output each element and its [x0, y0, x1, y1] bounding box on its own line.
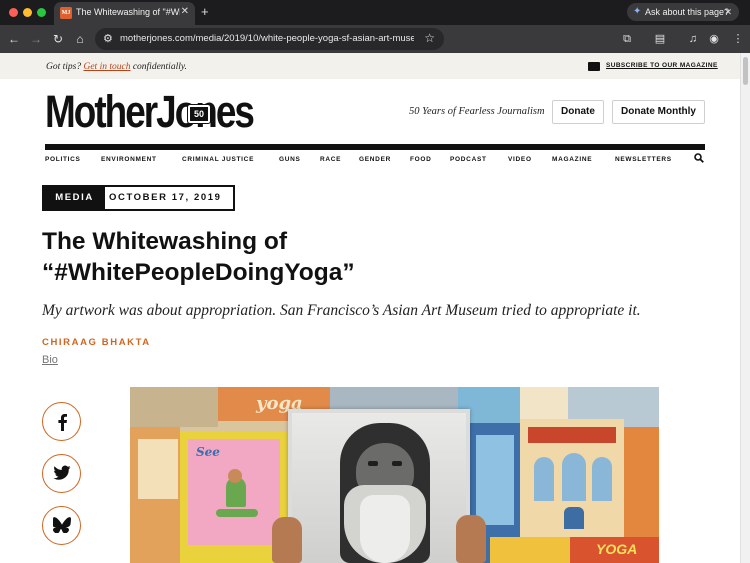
- nav-item-food[interactable]: FOOD: [410, 154, 432, 166]
- close-icon[interactable]: ✕: [181, 6, 189, 18]
- star-icon[interactable]: ☆: [424, 31, 435, 46]
- nav-item-gender[interactable]: GENDER: [359, 154, 391, 166]
- close-icon[interactable]: ✕: [724, 6, 732, 18]
- tips-suffix: confidentially.: [132, 62, 187, 72]
- zoom-window-button[interactable]: [37, 8, 46, 17]
- donate-button[interactable]: Donate: [552, 100, 604, 124]
- favicon-badge: MJ: [60, 7, 72, 19]
- menu-icon[interactable]: ⋮: [731, 31, 745, 47]
- facebook-share-button[interactable]: [42, 402, 81, 441]
- hero-label-see: See: [196, 445, 220, 459]
- ask-label: Ask about this page?: [645, 7, 730, 17]
- hero-label-yoga-2: YOGA: [596, 541, 638, 557]
- extensions-icon[interactable]: ⧉: [620, 31, 634, 47]
- category-label[interactable]: MEDIA: [44, 187, 105, 209]
- search-icon[interactable]: [694, 153, 704, 166]
- nav-item-magazine[interactable]: MAGAZINE: [552, 154, 592, 166]
- browser-toolbar: ← → ↻ ⌂ ⚙ motherjones.com/media/2019/10/…: [0, 25, 750, 53]
- nav-item-podcast[interactable]: PODCAST: [450, 154, 487, 166]
- media-icon[interactable]: ♫: [686, 31, 700, 47]
- twitter-icon: [52, 465, 71, 485]
- address-bar[interactable]: ⚙ motherjones.com/media/2019/10/white-pe…: [95, 28, 444, 50]
- bluesky-share-button[interactable]: [42, 506, 81, 545]
- header-rule: [45, 144, 705, 150]
- nav-item-guns[interactable]: GUNS: [279, 154, 301, 166]
- site-logo[interactable]: MotherJones 50: [45, 89, 299, 135]
- tab-bar: MotherJones MJ The Whitewashing of "#Whi…: [0, 0, 750, 25]
- facebook-icon: [56, 414, 68, 435]
- publish-date: OCTOBER 17, 2019: [109, 192, 222, 203]
- nav-item-newsletters[interactable]: NEWSLETTERS: [615, 154, 672, 166]
- logo-text: MotherJones: [45, 86, 255, 137]
- close-window-button[interactable]: [9, 8, 18, 17]
- page-scrollbar[interactable]: [740, 53, 750, 563]
- section-nav: POLITICS ENVIRONMENT CRIMINAL JUSTICE GU…: [45, 154, 685, 166]
- headline-line-1: The Whitewashing of: [42, 228, 287, 255]
- article-headline: The Whitewashing of “#WhitePeopleDoingYo…: [42, 226, 682, 288]
- article-kicker: MEDIA OCTOBER 17, 2019: [42, 185, 235, 211]
- nav-item-race[interactable]: RACE: [320, 154, 341, 166]
- home-icon[interactable]: ⌂: [73, 31, 87, 47]
- bio-link[interactable]: Bio: [42, 353, 58, 367]
- back-icon[interactable]: ←: [7, 31, 21, 47]
- profile-icon[interactable]: ◉: [707, 31, 721, 47]
- tips-line: Got tips? Get in touch confidentially.: [46, 61, 187, 73]
- headline-line-2: “#WhitePeopleDoingYoga”: [42, 259, 355, 286]
- nav-item-politics[interactable]: POLITICS: [45, 154, 81, 166]
- reload-icon[interactable]: ↻: [51, 31, 65, 47]
- subscribe-label: SUBSCRIBE TO OUR MAGAZINE: [606, 62, 718, 69]
- nav-item-video[interactable]: VIDEO: [508, 154, 532, 166]
- article-dek: My artwork was about appropriation. San …: [42, 302, 641, 319]
- page-viewport: Got tips? Get in touch confidentially. S…: [0, 53, 740, 563]
- scrollbar-thumb[interactable]: [743, 57, 748, 85]
- subscribe-link[interactable]: SUBSCRIBE TO OUR MAGAZINE: [588, 60, 718, 72]
- forward-icon[interactable]: →: [29, 31, 43, 47]
- nav-item-environment[interactable]: ENVIRONMENT: [101, 154, 157, 166]
- tips-link[interactable]: Get in touch: [83, 62, 130, 72]
- magazine-icon: [588, 61, 600, 71]
- reader-icon[interactable]: ▤: [653, 31, 667, 47]
- author-name[interactable]: CHIRAAG BHAKTA: [42, 337, 151, 349]
- minimize-window-button[interactable]: [23, 8, 32, 17]
- anniversary-badge: 50: [187, 104, 211, 124]
- site-info-icon[interactable]: ⚙: [103, 32, 113, 46]
- tab-title: The Whitewashing of "#White: [76, 7, 180, 17]
- bluesky-icon: [51, 517, 71, 537]
- sparkle-icon: ✦: [633, 6, 642, 17]
- url-text[interactable]: motherjones.com/media/2019/10/white-peop…: [120, 32, 414, 46]
- tagline: 50 Years of Fearless Journalism: [409, 106, 545, 117]
- hero-image: yoga See YOGA: [130, 387, 659, 563]
- nav-item-criminal-justice[interactable]: CRIMINAL JUSTICE: [182, 154, 254, 166]
- twitter-share-button[interactable]: [42, 454, 81, 493]
- top-strip: Got tips? Get in touch confidentially. S…: [0, 53, 740, 79]
- donate-monthly-button[interactable]: Donate Monthly: [612, 100, 705, 124]
- tips-prefix: Got tips?: [46, 62, 82, 72]
- tab-active[interactable]: MotherJones MJ The Whitewashing of "#Whi…: [54, 2, 195, 25]
- ask-about-page-button[interactable]: ✦ Ask about this page? ✕: [627, 3, 739, 21]
- plus-icon[interactable]: +: [201, 4, 209, 19]
